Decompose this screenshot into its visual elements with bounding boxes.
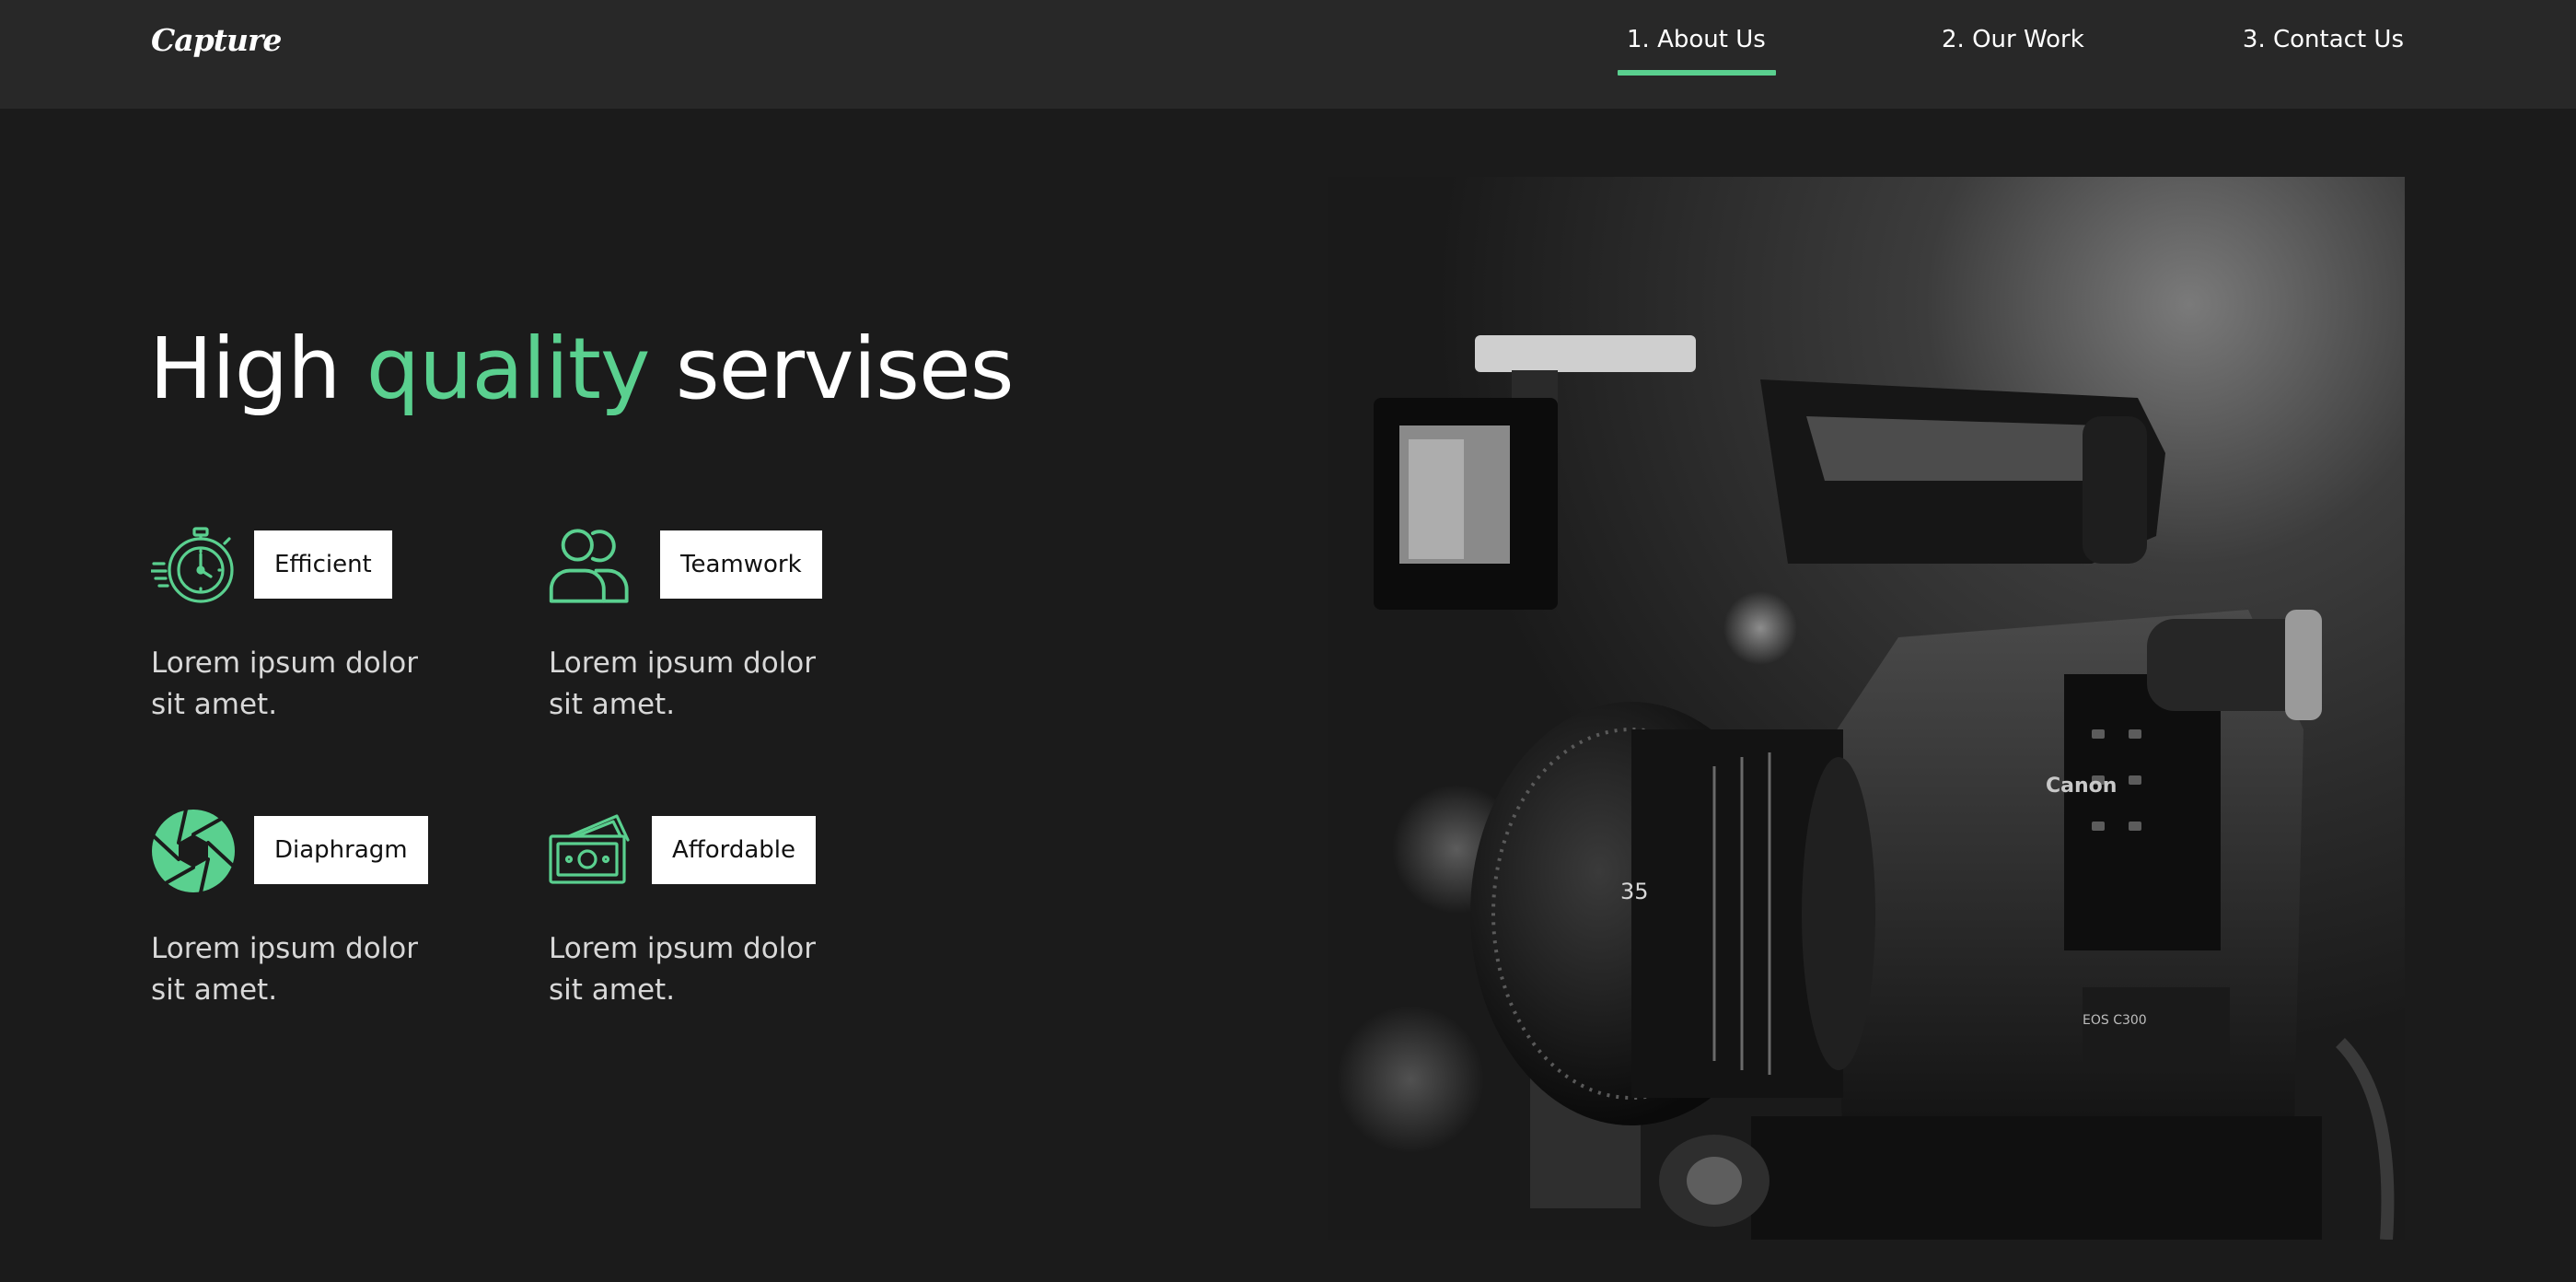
feature-efficient: Efficient Lorem ipsum dolor sit amet. (151, 523, 519, 735)
brand-marking: Canon (2046, 775, 2117, 798)
diaphragm-icon (151, 809, 236, 893)
feature-title: Diaphragm (254, 816, 428, 884)
feature-title: Efficient (254, 530, 392, 599)
model-marking: EOS C300 (2083, 1013, 2147, 1028)
nav-link-contact-us[interactable]: 3. Contact Us (2243, 26, 2404, 53)
teamwork-icon (549, 523, 633, 608)
feature-description: Lorem ipsum dolor sit amet. (549, 647, 816, 721)
nav-link-about-us[interactable]: 1. About Us (1627, 26, 1766, 53)
camera-photo: Canon EOS C300 35 (1328, 177, 2405, 1240)
hero-headline: High quality servises (149, 320, 1015, 418)
feature-teamwork: Teamwork Lorem ipsum dolor sit amet. (549, 523, 917, 735)
feature-description: Lorem ipsum dolor sit amet. (549, 932, 816, 1007)
headline-prefix: High (149, 320, 341, 418)
feature-description: Lorem ipsum dolor sit amet. (151, 647, 418, 721)
headline-suffix: servises (675, 320, 1015, 418)
money-icon (549, 809, 633, 893)
feature-title: Teamwork (660, 530, 822, 599)
active-nav-indicator (1618, 70, 1776, 76)
stopwatch-icon (151, 523, 236, 608)
feature-description: Lorem ipsum dolor sit amet. (151, 932, 418, 1007)
lens-marking: 35 (1620, 879, 1649, 904)
headline-accent: quality (366, 320, 651, 418)
nav-link-our-work[interactable]: 2. Our Work (1942, 26, 2084, 53)
logo-link[interactable]: Capture (151, 22, 282, 58)
top-nav: Capture 1. About Us 2. Our Work 3. Conta… (0, 0, 2576, 109)
feature-affordable: Affordable Lorem ipsum dolor sit amet. (549, 809, 917, 1020)
feature-diaphragm: Diaphragm Lorem ipsum dolor sit amet. (151, 809, 519, 1020)
feature-title: Affordable (652, 816, 816, 884)
